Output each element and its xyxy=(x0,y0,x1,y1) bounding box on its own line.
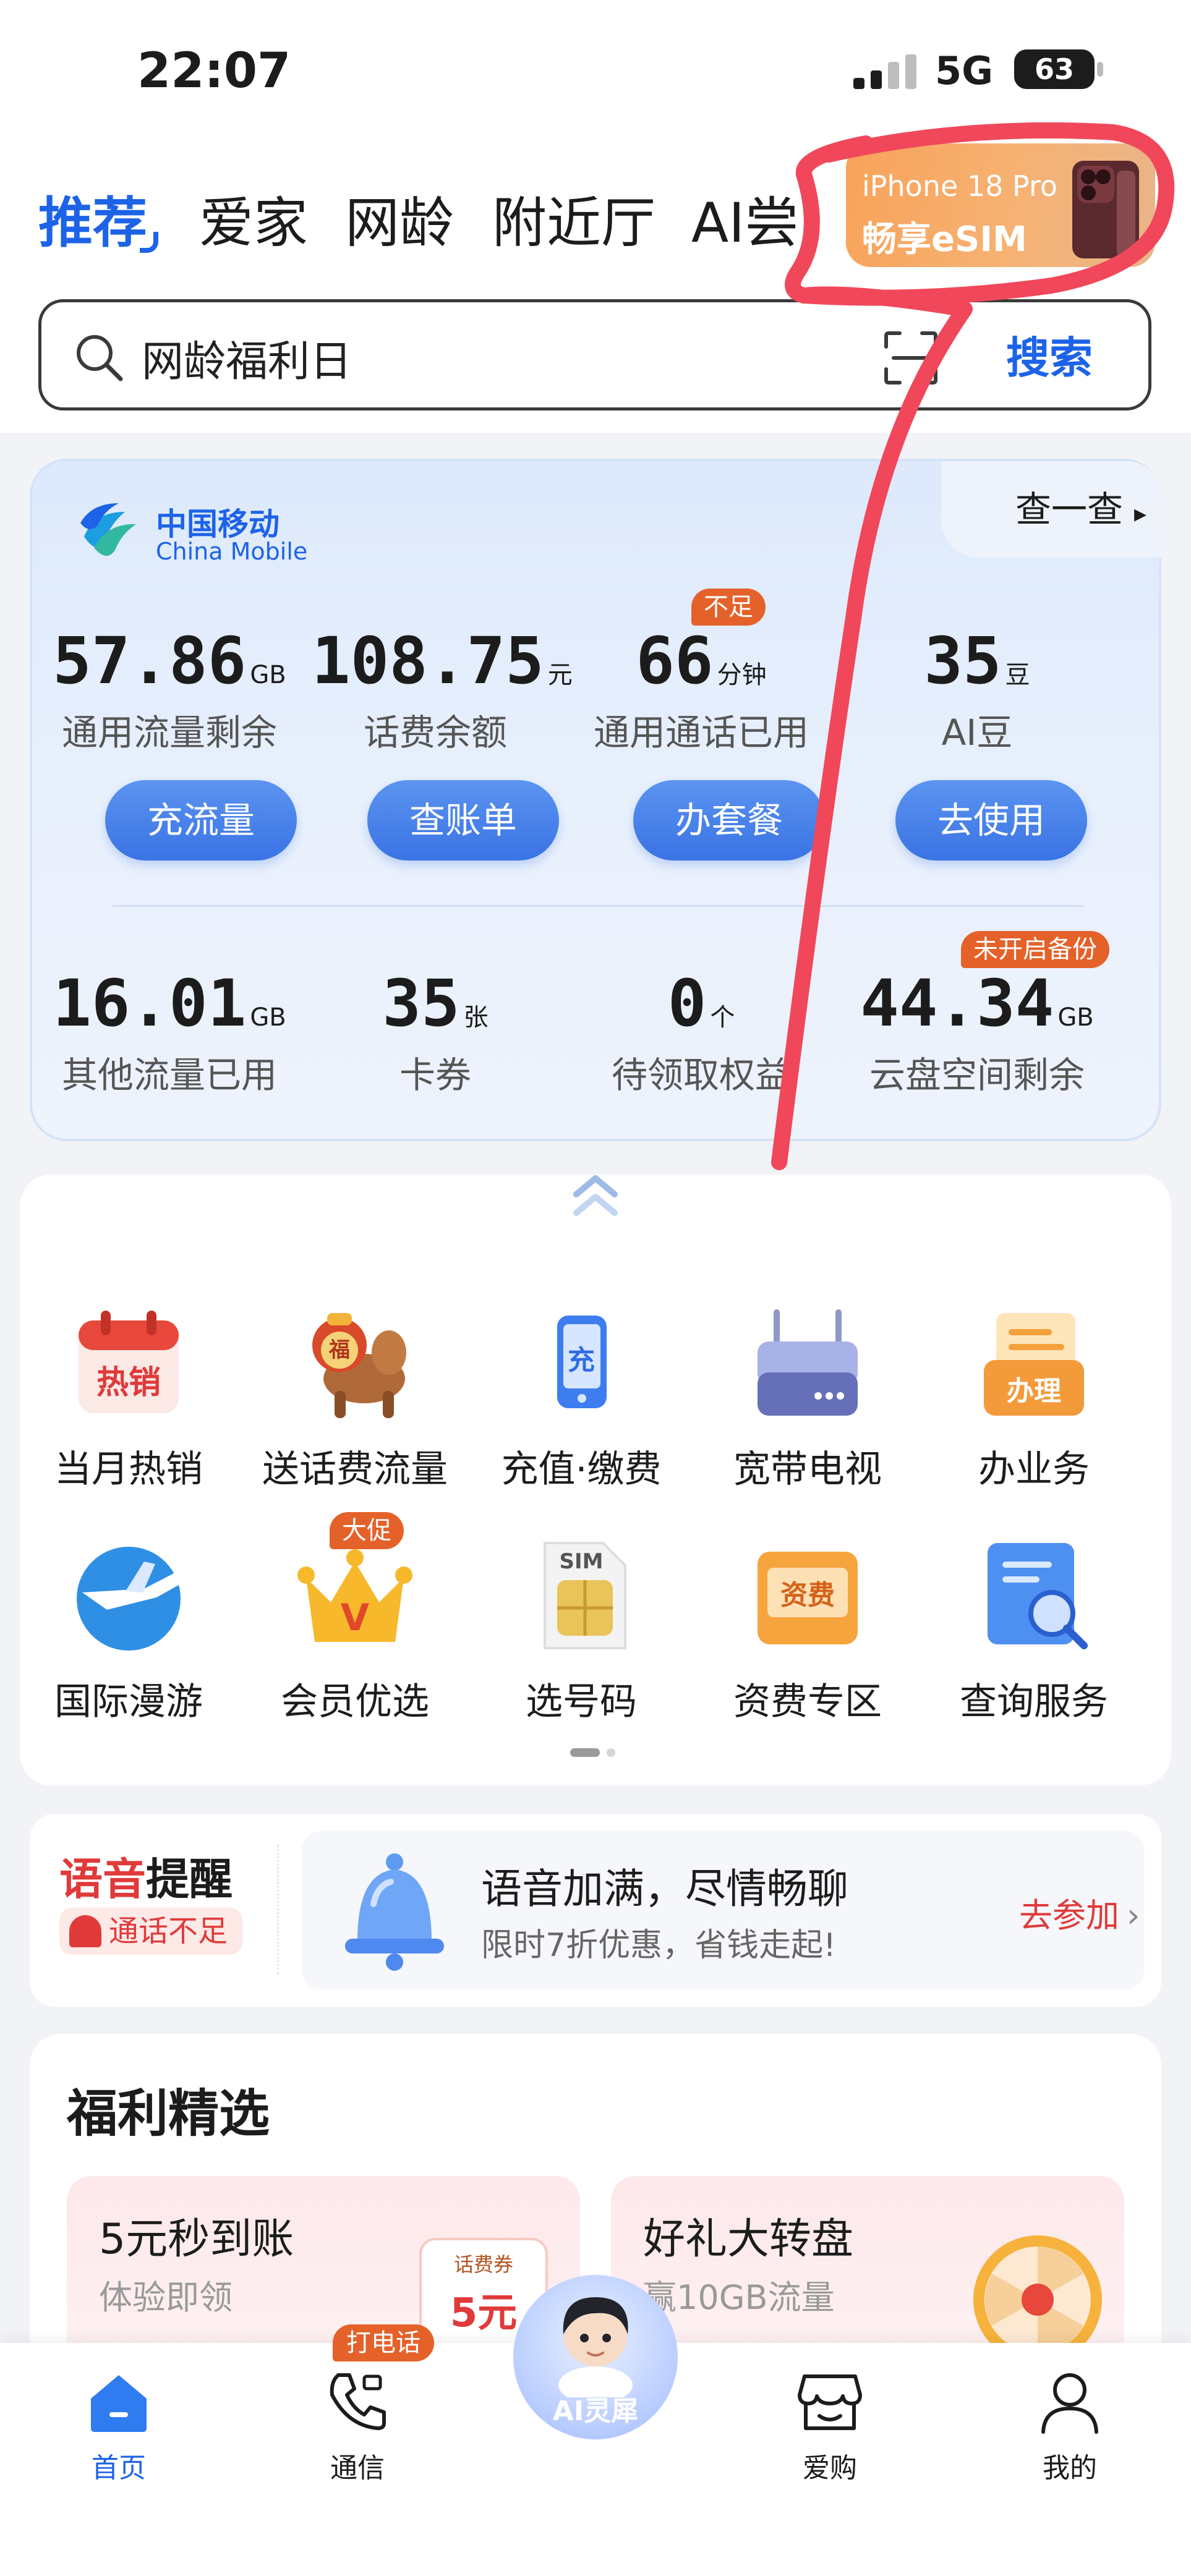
shop-icon xyxy=(796,2368,864,2436)
stat-value[interactable]: 35 张 xyxy=(312,966,559,1041)
search-box[interactable]: 搜索 xyxy=(38,299,1151,410)
china-mobile-logo-icon xyxy=(80,503,136,556)
search-input[interactable] xyxy=(140,326,761,389)
use-ai-beans-button[interactable]: 去使用 xyxy=(895,780,1087,861)
top-up-data-button[interactable]: 充流量 xyxy=(105,780,297,861)
bell-icon xyxy=(345,1853,444,1971)
stat-value: 108.75 元 xyxy=(312,623,573,699)
tab-network-age[interactable]: 网龄 xyxy=(345,179,454,258)
tab-recommend[interactable]: 推荐 xyxy=(38,179,159,258)
nav-ai-assistant[interactable]: AI灵犀 xyxy=(513,2275,678,2439)
service-query[interactable]: 查询服务 xyxy=(923,1537,1145,1747)
search-icon xyxy=(77,335,123,381)
stat-value: 66 分钟 xyxy=(636,623,767,699)
stat-value: 35 豆 xyxy=(924,623,1030,699)
user-icon xyxy=(1036,2368,1104,2436)
battery-level: 63 xyxy=(1034,53,1074,86)
stat-label: 通用流量剩余 xyxy=(61,712,277,754)
service-hot-sale[interactable]: 热销 当月热销 xyxy=(17,1304,240,1515)
signal-icon xyxy=(853,54,916,89)
iphone-image-icon xyxy=(1072,161,1139,258)
service-member[interactable]: V 大促 会员优选 xyxy=(244,1512,466,1747)
phone-recharge-icon: 充 xyxy=(523,1304,640,1422)
change-plan-button[interactable]: 办套餐 xyxy=(633,780,825,861)
search-button[interactable]: 搜索 xyxy=(1006,321,1093,395)
business-folder-icon: 办理 xyxy=(975,1304,1093,1422)
call-badge: 打电话 xyxy=(333,2324,434,2361)
service-tariff-zone[interactable]: 资费 资费专区 xyxy=(696,1537,919,1747)
voice-description: 限时7折优惠，省钱走起! xyxy=(481,1927,836,1964)
service-grid: 热销 当月热销 福 送话费流量 充 充值·缴费 宽带电视 办理 办业务 国际漫游… xyxy=(20,1175,1171,1785)
stat-label: 通用通话已用 xyxy=(593,712,809,754)
voice-reminder-title: 语音提醒 xyxy=(59,1854,233,1905)
nav-home[interactable]: 首页 xyxy=(38,2368,199,2510)
page-indicator xyxy=(570,1748,615,1757)
promo-title: iPhone 18 Pro xyxy=(862,169,1058,203)
stat-label: 话费余额 xyxy=(363,712,507,754)
service-roaming[interactable]: 国际漫游 xyxy=(17,1537,240,1747)
router-icon xyxy=(749,1304,866,1422)
stat-label: 其他流量已用 xyxy=(61,1054,277,1096)
scan-icon[interactable] xyxy=(882,329,939,386)
voice-headline: 语音加满，尽情畅聊 xyxy=(481,1865,848,1913)
query-magnifier-icon xyxy=(975,1537,1093,1654)
service-recharge[interactable]: 充 充值·缴费 xyxy=(470,1304,693,1515)
service-choose-number[interactable]: SIM 选号码 xyxy=(470,1537,693,1747)
bottom-navigation: 首页 通信 打电话 AI灵犀 爱购 我的 xyxy=(0,2275,1191,2576)
card-divider xyxy=(113,905,1083,907)
section-title: 福利精选 xyxy=(67,2085,270,2143)
ai-avatar-icon xyxy=(558,2297,633,2397)
stat-label: AI豆 xyxy=(941,712,1013,754)
promo-badge: 大促 xyxy=(330,1512,404,1549)
stat-label: 待领取权益 xyxy=(611,1054,791,1096)
stat-value[interactable]: 44.34 GB xyxy=(853,966,1101,1041)
network-label: 5G xyxy=(935,48,994,93)
nav-me[interactable]: 我的 xyxy=(989,2368,1150,2510)
voice-reminder-card: 语音提醒 通话不足 语音加满，尽情畅聊 限时7折优惠，省钱走起! 去参加 › xyxy=(30,1814,1161,2007)
check-button[interactable]: 查一查 xyxy=(941,461,1164,558)
hot-sale-calendar-icon: 热销 xyxy=(70,1304,187,1422)
stat-label: 云盘空间剩余 xyxy=(869,1054,1085,1096)
chevron-right-icon: › xyxy=(1127,1896,1140,1935)
battery-icon: 63 xyxy=(1014,49,1107,89)
divider xyxy=(277,1845,280,1975)
view-bill-button[interactable]: 查账单 xyxy=(367,780,559,861)
nav-shop[interactable]: 爱购 xyxy=(749,2368,910,2510)
tab-nearby-hall[interactable]: 附近厅 xyxy=(492,179,655,258)
ai-assistant-label: AI灵犀 xyxy=(552,2395,639,2427)
call-insufficient-badge: 通话不足 xyxy=(59,1908,243,1955)
bell-icon xyxy=(69,1915,101,1947)
account-card: 中国移动 China Mobile 查一查 57.86GB 通用流量剩余 充流量… xyxy=(30,459,1164,1141)
brand-name-en: China Mobile xyxy=(156,538,308,565)
tab-ai[interactable]: AI尝 xyxy=(691,179,799,258)
backup-off-badge: 未开启备份 xyxy=(961,931,1109,968)
iphone-promo-banner[interactable]: iPhone 18 Pro 畅享eSIM xyxy=(846,143,1155,267)
stat-value[interactable]: 0个 xyxy=(571,966,831,1041)
stat-label: 卡券 xyxy=(399,1054,471,1096)
insufficient-badge: 不足 xyxy=(691,589,766,626)
nav-communication[interactable]: 通信 xyxy=(277,2368,438,2510)
sim-card-icon: SIM xyxy=(523,1537,640,1654)
service-business[interactable]: 办理 办业务 xyxy=(923,1304,1145,1515)
airplane-globe-icon xyxy=(70,1537,187,1654)
status-time: 22:07 xyxy=(137,43,291,99)
crown-icon: V 大促 xyxy=(296,1512,414,1654)
service-broadband-tv[interactable]: 宽带电视 xyxy=(696,1304,919,1515)
home-icon xyxy=(85,2368,153,2436)
phone-call-icon xyxy=(323,2368,391,2436)
promo-subtitle: 畅享eSIM xyxy=(862,219,1027,260)
stat-value: 57.86 GB xyxy=(53,623,286,699)
tab-home-family[interactable]: 爱家 xyxy=(199,179,308,258)
join-button[interactable]: 去参加 › xyxy=(1019,1888,1140,1937)
tariff-folder-icon: 资费 xyxy=(749,1537,866,1654)
voice-offer-banner[interactable]: 语音加满，尽情畅聊 限时7折优惠，省钱走起! 去参加 › xyxy=(302,1831,1144,1989)
chevron-up-icon[interactable] xyxy=(568,1167,623,1223)
stat-value[interactable]: 16.01 GB xyxy=(46,966,293,1041)
horse-gift-icon: 福 xyxy=(296,1304,414,1422)
service-gift-data[interactable]: 福 送话费流量 xyxy=(244,1304,466,1515)
